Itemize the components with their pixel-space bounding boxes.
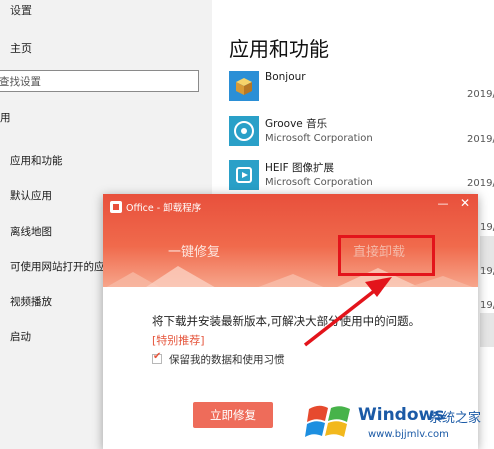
sidebar-home[interactable]: 主页	[10, 40, 32, 56]
app-list-item[interactable]: Bonjour 2019/9	[229, 71, 494, 107]
app-date: 19/9	[480, 266, 494, 277]
list-item-background	[480, 236, 494, 270]
app-date: 19/9	[480, 222, 494, 233]
app-publisher: Microsoft Corporation	[265, 177, 373, 188]
keep-data-label: 保留我的数据和使用习惯	[169, 354, 285, 366]
office-logo-icon	[110, 201, 122, 213]
app-list-item[interactable]: Groove 音乐 Microsoft Corporation 2019/9	[229, 116, 494, 152]
repair-message: 将下载并安装最新版本,可解决大部分使用中的问题。	[152, 314, 421, 328]
sidebar-item-startup[interactable]: 启动	[10, 329, 31, 344]
windows-logo-icon	[305, 405, 350, 437]
page-title: 应用和功能	[229, 37, 329, 61]
uninstall-highlight-box	[338, 235, 435, 276]
sidebar-section-label: 用	[0, 112, 11, 124]
repair-now-button[interactable]: 立即修复	[193, 402, 273, 428]
list-item-background	[480, 313, 494, 347]
check-icon: ✔	[153, 351, 162, 362]
special-recommend-link[interactable]: [特别推荐]	[152, 332, 205, 348]
groove-disc-icon	[229, 116, 259, 146]
search-placeholder: 查找设置	[0, 76, 41, 88]
app-date: 2019/9	[467, 178, 494, 189]
sidebar-item-offline-maps[interactable]: 离线地图	[10, 224, 52, 239]
app-name: HEIF 图像扩展	[265, 162, 335, 174]
sidebar-item-default-apps[interactable]: 默认应用	[10, 188, 52, 203]
bonjour-box-icon	[229, 71, 259, 101]
heif-image-icon	[229, 160, 259, 190]
app-list-item[interactable]: HEIF 图像扩展 Microsoft Corporation 2019/9	[229, 160, 494, 196]
app-name: Groove 音乐	[265, 118, 328, 130]
app-date: 2019/9	[467, 134, 494, 145]
app-date: 19/9	[480, 300, 494, 311]
app-publisher: Microsoft Corporation	[265, 133, 373, 144]
sidebar-item-apps-for-websites[interactable]: 可使用网站打开的应	[10, 259, 105, 274]
sidebar-item-video-playback[interactable]: 视频播放	[10, 294, 52, 309]
dialog-header: Office - 卸载程序 — ✕ 一键修复 直接卸载	[103, 194, 478, 289]
close-button[interactable]: ✕	[459, 196, 471, 210]
app-name: Bonjour	[265, 71, 306, 83]
tab-one-click-repair[interactable]: 一键修复	[168, 241, 220, 260]
search-input[interactable]: 查找设置	[0, 70, 199, 92]
settings-title: 设置	[10, 4, 32, 17]
minimize-button[interactable]: —	[437, 197, 449, 211]
app-date: 2019/9	[467, 89, 494, 100]
watermark-url: www.bjjmlv.com	[368, 429, 449, 440]
keep-data-checkbox[interactable]: ✔	[152, 351, 162, 364]
watermark-brand-suffix: 系统之家	[429, 411, 482, 426]
sidebar-item-apps-features[interactable]: 应用和功能	[10, 153, 63, 168]
dialog-title: Office - 卸载程序	[126, 203, 202, 214]
